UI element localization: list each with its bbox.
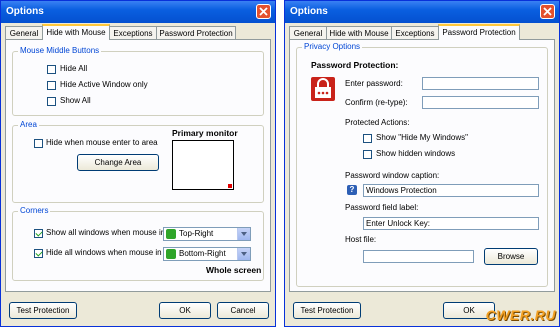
caption-field[interactable]: Windows Protection	[363, 184, 539, 197]
tab-panel-password-protection: Privacy Options Password Protection: Ent…	[289, 39, 555, 292]
change-area-button[interactable]: Change Area	[77, 154, 159, 171]
caption-label: Password window caption:	[345, 171, 440, 180]
hide-corner-label: Hide all windows when mouse in	[46, 248, 162, 257]
show-hide-my-windows-label: Show "Hide My Windows"	[376, 133, 468, 142]
enter-password-field[interactable]	[422, 77, 539, 90]
protected-actions-label: Protected Actions:	[345, 118, 410, 127]
group-label: Area	[18, 120, 39, 129]
hide-area-label: Hide when mouse enter to area	[46, 138, 158, 147]
hide-all-label: Hide All	[60, 64, 88, 73]
tab-password-protection[interactable]: Password Protection	[438, 24, 520, 40]
chevron-down-icon[interactable]	[237, 228, 250, 240]
field-label-field[interactable]: Enter Unlock Key:	[363, 217, 539, 230]
host-file-label: Host file:	[345, 235, 377, 244]
ok-button[interactable]: OK	[159, 302, 211, 319]
confirm-password-label: Confirm (re-type):	[345, 98, 408, 107]
hide-all-checkbox[interactable]	[47, 65, 56, 74]
lock-icon	[311, 77, 335, 101]
test-protection-button[interactable]: Test Protection	[9, 302, 77, 319]
group-label: Privacy Options	[302, 42, 363, 51]
field-label-label: Password field label:	[345, 203, 419, 212]
group-privacy-options: Privacy Options Password Protection: Ent…	[296, 42, 548, 287]
title-bar[interactable]: Options	[285, 1, 559, 23]
show-corner-label: Show all windows when mouse in	[46, 228, 166, 237]
window-title: Options	[290, 6, 328, 17]
window-title: Options	[6, 6, 44, 17]
close-icon	[259, 7, 268, 16]
hide-corner-value: Bottom-Right	[179, 249, 226, 258]
show-hidden-windows-checkbox[interactable]	[363, 150, 372, 159]
hide-active-window-checkbox[interactable]	[47, 81, 56, 90]
options-window-right: Options General Hide with Mouse Exceptio…	[284, 0, 560, 327]
corner-icon	[166, 249, 176, 259]
show-hidden-windows-label: Show hidden windows	[376, 149, 456, 158]
show-corner-select[interactable]: Top-Right	[163, 227, 251, 241]
monitor-preview[interactable]	[172, 140, 234, 190]
hide-corner-select[interactable]: Bottom-Right	[163, 247, 251, 261]
hide-area-checkbox[interactable]	[34, 139, 43, 148]
confirm-password-field[interactable]	[422, 96, 539, 109]
cancel-button[interactable]: Cancel	[217, 302, 269, 319]
test-protection-button[interactable]: Test Protection	[293, 302, 361, 319]
show-all-label: Show All	[60, 96, 91, 105]
show-hide-my-windows-checkbox[interactable]	[363, 134, 372, 143]
close-icon	[543, 7, 552, 16]
tab-password-protection[interactable]: Password Protection	[156, 26, 236, 39]
group-area: Area Hide when mouse enter to area Chang…	[12, 120, 264, 203]
browse-button[interactable]: Browse	[484, 248, 538, 265]
password-heading: Password Protection:	[311, 60, 399, 70]
monitor-label: Primary monitor	[172, 128, 238, 138]
chevron-down-icon[interactable]	[237, 248, 250, 260]
help-icon: ?	[347, 185, 357, 195]
close-button[interactable]	[540, 4, 555, 19]
tab-panel-hide-with-mouse: Mouse Middle Buttons Hide All Hide Activ…	[5, 39, 271, 292]
group-mouse-middle-buttons: Mouse Middle Buttons Hide All Hide Activ…	[12, 46, 264, 116]
show-corner-value: Top-Right	[179, 229, 214, 238]
title-bar[interactable]: Options	[1, 1, 275, 23]
tab-exceptions[interactable]: Exceptions	[109, 26, 157, 39]
tab-general[interactable]: General	[5, 26, 43, 39]
tab-hide-with-mouse[interactable]: Hide with Mouse	[42, 24, 110, 40]
enter-password-label: Enter password:	[345, 79, 403, 88]
corner-icon	[166, 229, 176, 239]
show-all-checkbox[interactable]	[47, 97, 56, 106]
group-label: Corners	[18, 206, 51, 215]
tab-exceptions[interactable]: Exceptions	[391, 26, 439, 39]
group-label: Mouse Middle Buttons	[18, 46, 102, 55]
selected-corner-marker	[228, 184, 232, 188]
hide-corner-checkbox[interactable]	[34, 249, 43, 258]
group-corners: Corners Show all windows when mouse in T…	[12, 206, 264, 281]
whole-screen-label: Whole screen	[206, 265, 262, 275]
close-button[interactable]	[256, 4, 271, 19]
hide-active-window-label: Hide Active Window only	[60, 80, 148, 89]
tab-general[interactable]: General	[289, 26, 327, 39]
show-corner-checkbox[interactable]	[34, 229, 43, 238]
tab-hide-with-mouse[interactable]: Hide with Mouse	[326, 26, 392, 39]
watermark-logo: CWER.RU	[485, 307, 556, 323]
options-window-left: Options General Hide with Mouse Exceptio…	[0, 0, 276, 327]
host-file-field[interactable]	[363, 250, 474, 263]
